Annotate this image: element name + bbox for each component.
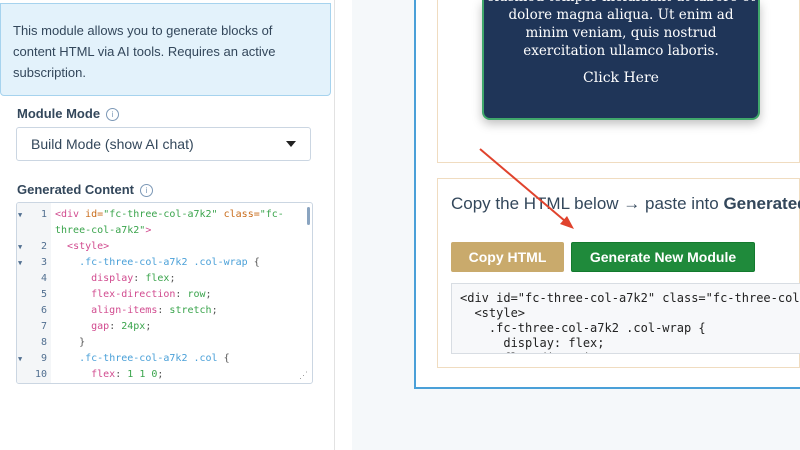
module-mode-select[interactable]: Build Mode (show AI chat)	[16, 127, 311, 161]
html-output-line: flex-direction: row;	[460, 351, 648, 353]
fold-toggle-icon[interactable]: ▼	[18, 207, 26, 223]
help-icon[interactable]: i	[106, 108, 120, 121]
html-output-line: .fc-three-col-a7k2 .col-wrap {	[460, 321, 706, 335]
code-text: three-col-a7k2">	[55, 225, 152, 236]
code-text: .fc-three-col-a7k2 .col-wrap {	[79, 257, 260, 268]
card-text-line: exercitation ullamco laboris.	[523, 43, 719, 59]
generated-content-label: Generated Content i	[17, 182, 154, 197]
code-text: align-items: stretch;	[91, 305, 218, 316]
html-output-line: <style>	[460, 306, 526, 320]
generated-content-editor[interactable]: ⋰ ▼ 1 <div id="fc-three-col-a7k2" class="f…	[16, 202, 313, 384]
card-text-line: dolore magna aliqua. Ut enim ad	[508, 7, 734, 23]
code-text: flex-direction: row;	[91, 289, 212, 300]
line-number: 3	[40, 257, 47, 268]
card-text: eiusmod tempor incididunt ut labore etdo…	[484, 0, 758, 60]
line-number: 9	[40, 353, 47, 364]
card-button[interactable]: Click Here	[484, 69, 758, 87]
line-number: 8	[40, 337, 47, 348]
line-number: 7	[40, 321, 47, 332]
line-number: 10	[34, 369, 47, 380]
code-text: flex: 1 1 0;	[91, 369, 164, 380]
code-text: gap: 24px;	[91, 321, 152, 332]
line-number: 2	[40, 241, 47, 252]
fold-toggle-icon[interactable]: ▼	[18, 351, 26, 367]
code-text: }	[79, 337, 86, 348]
line-number: 4	[40, 273, 47, 284]
copy-instruction: Copy the HTML below → paste into Generat…	[451, 194, 800, 213]
line-number: 6	[40, 305, 47, 316]
module-mode-label: Module Mode i	[17, 106, 120, 121]
info-banner: This module allows you to generate block…	[0, 3, 331, 96]
code-text: .fc-three-col-a7k2 .col {	[79, 353, 230, 364]
chevron-down-icon	[286, 141, 296, 147]
code-text: <div id="fc-three-col-a7k2" class="fc-	[55, 209, 284, 220]
html-output-line: <div id="fc-three-col-a7k2" class="fc-th…	[460, 291, 800, 305]
copy-html-button[interactable]: Copy HTML	[451, 242, 564, 272]
module-settings-panel: This module allows you to generate block…	[0, 0, 335, 450]
module-mode-value: Build Mode (show AI chat)	[31, 136, 194, 152]
fold-toggle-icon[interactable]: ▼	[18, 255, 26, 271]
fold-toggle-icon[interactable]: ▼	[18, 239, 26, 255]
html-output-block[interactable]: <div id="fc-three-col-a7k2" class="fc-th…	[451, 283, 800, 354]
editor-scrollbar[interactable]	[307, 207, 310, 225]
html-output-line: display: flex;	[460, 336, 605, 350]
resize-handle-icon[interactable]: ⋰	[299, 371, 308, 381]
code-text: <style>	[67, 241, 110, 252]
card-text-line: minim veniam, quis nostrud	[525, 25, 717, 41]
line-number: 5	[40, 289, 47, 300]
line-number: 1	[40, 209, 47, 220]
generate-new-module-button[interactable]: Generate New Module	[571, 242, 755, 272]
help-icon[interactable]: i	[140, 184, 154, 197]
preview-card: eiusmod tempor incididunt ut labore etdo…	[482, 0, 760, 120]
code-text: display: flex;	[91, 273, 176, 284]
